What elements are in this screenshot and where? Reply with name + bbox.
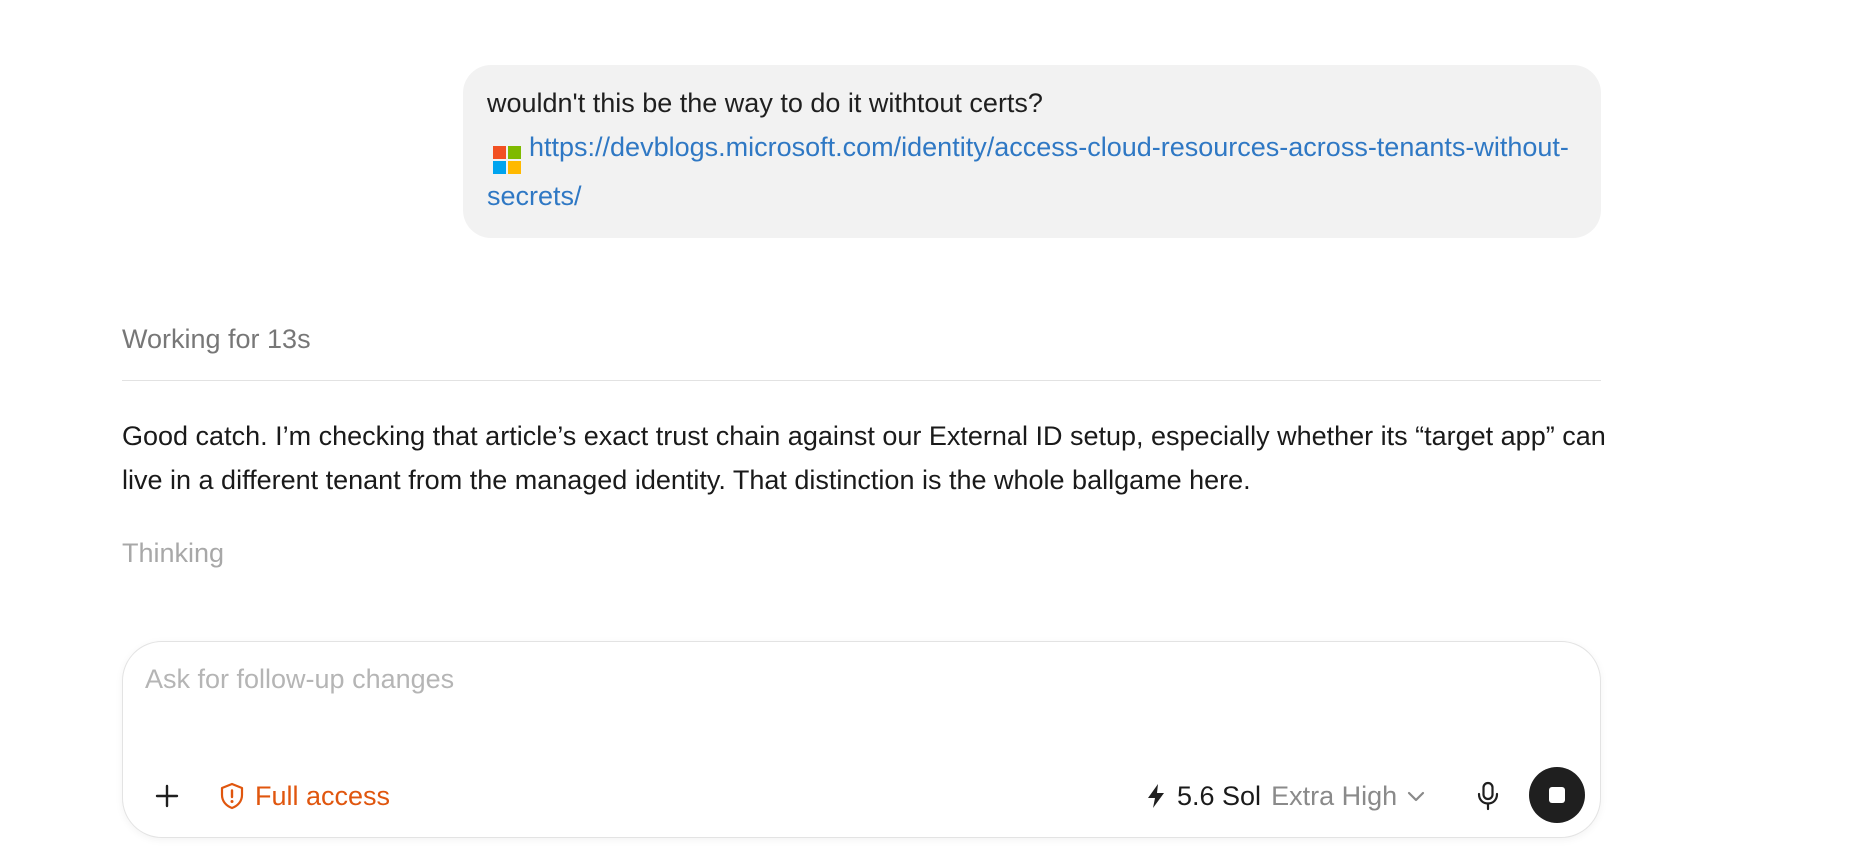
model-name: 5.6 Sol <box>1177 780 1262 811</box>
shield-alert-icon <box>220 782 244 810</box>
add-attachment-button[interactable] <box>145 774 189 818</box>
microsoft-logo-icon <box>493 146 521 174</box>
composer: Full access 5.6 Sol Extra High <box>122 641 1601 838</box>
article-link[interactable]: https://devblogs.microsoft.com/identity/… <box>487 132 1569 211</box>
follow-up-input[interactable] <box>145 664 1245 695</box>
full-access-button[interactable]: Full access <box>219 778 390 814</box>
voice-input-button[interactable] <box>1468 776 1508 816</box>
user-message-bubble: wouldn't this be the way to do it withto… <box>463 65 1601 238</box>
working-status[interactable]: Working for 13s <box>122 324 311 355</box>
stop-button[interactable] <box>1529 767 1585 823</box>
chat-page: wouldn't this be the way to do it withto… <box>0 0 1864 864</box>
user-message-link-line: https://devblogs.microsoft.com/identity/… <box>487 125 1577 218</box>
chevron-down-icon <box>1408 791 1425 802</box>
microphone-icon <box>1477 781 1499 811</box>
lightning-bolt-icon <box>1148 784 1164 808</box>
stop-icon <box>1549 787 1565 803</box>
full-access-label: Full access <box>255 780 391 811</box>
divider <box>122 380 1601 381</box>
user-message-text: wouldn't this be the way to do it withto… <box>487 88 1043 118</box>
plus-icon <box>155 784 179 808</box>
assistant-message: Good catch. I’m checking that article’s … <box>122 421 1606 495</box>
reasoning-level: Extra High <box>1271 780 1398 811</box>
model-selector[interactable]: 5.6 Sol Extra High <box>1143 776 1427 816</box>
thinking-indicator: Thinking <box>122 538 225 568</box>
